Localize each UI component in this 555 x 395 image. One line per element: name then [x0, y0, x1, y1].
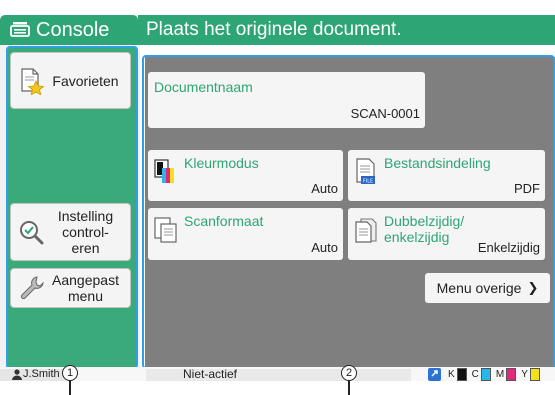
ink-indicator-c: C	[472, 368, 491, 381]
user-icon	[12, 369, 22, 380]
ink-label: Y	[521, 369, 528, 380]
callout-region-1	[6, 46, 138, 369]
ink-label: K	[448, 369, 455, 380]
ink-label: M	[495, 369, 505, 380]
ink-swatch	[480, 368, 491, 381]
ink-indicator-y: Y	[521, 368, 540, 381]
ink-label: C	[471, 369, 479, 380]
ink-swatch	[456, 368, 467, 381]
ink-swatch	[529, 368, 540, 381]
callout-marker-2: 2	[341, 365, 357, 381]
user-name: J.Smith	[23, 368, 60, 380]
status-message: Plaats het originele document.	[138, 15, 555, 45]
console-tab[interactable]: Console	[0, 15, 138, 45]
callout-marker-1: 1	[62, 365, 78, 381]
callout-region-2	[142, 55, 555, 369]
console-icon	[10, 22, 30, 37]
ink-indicator-k: K	[448, 368, 467, 381]
ink-swatch	[506, 368, 517, 381]
console-label: Console	[36, 18, 110, 41]
link-icon	[428, 368, 441, 381]
ink-indicator-m: M	[495, 368, 517, 381]
ink-levels: KCMY	[448, 368, 545, 381]
machine-state: Niet-actief	[183, 367, 238, 381]
